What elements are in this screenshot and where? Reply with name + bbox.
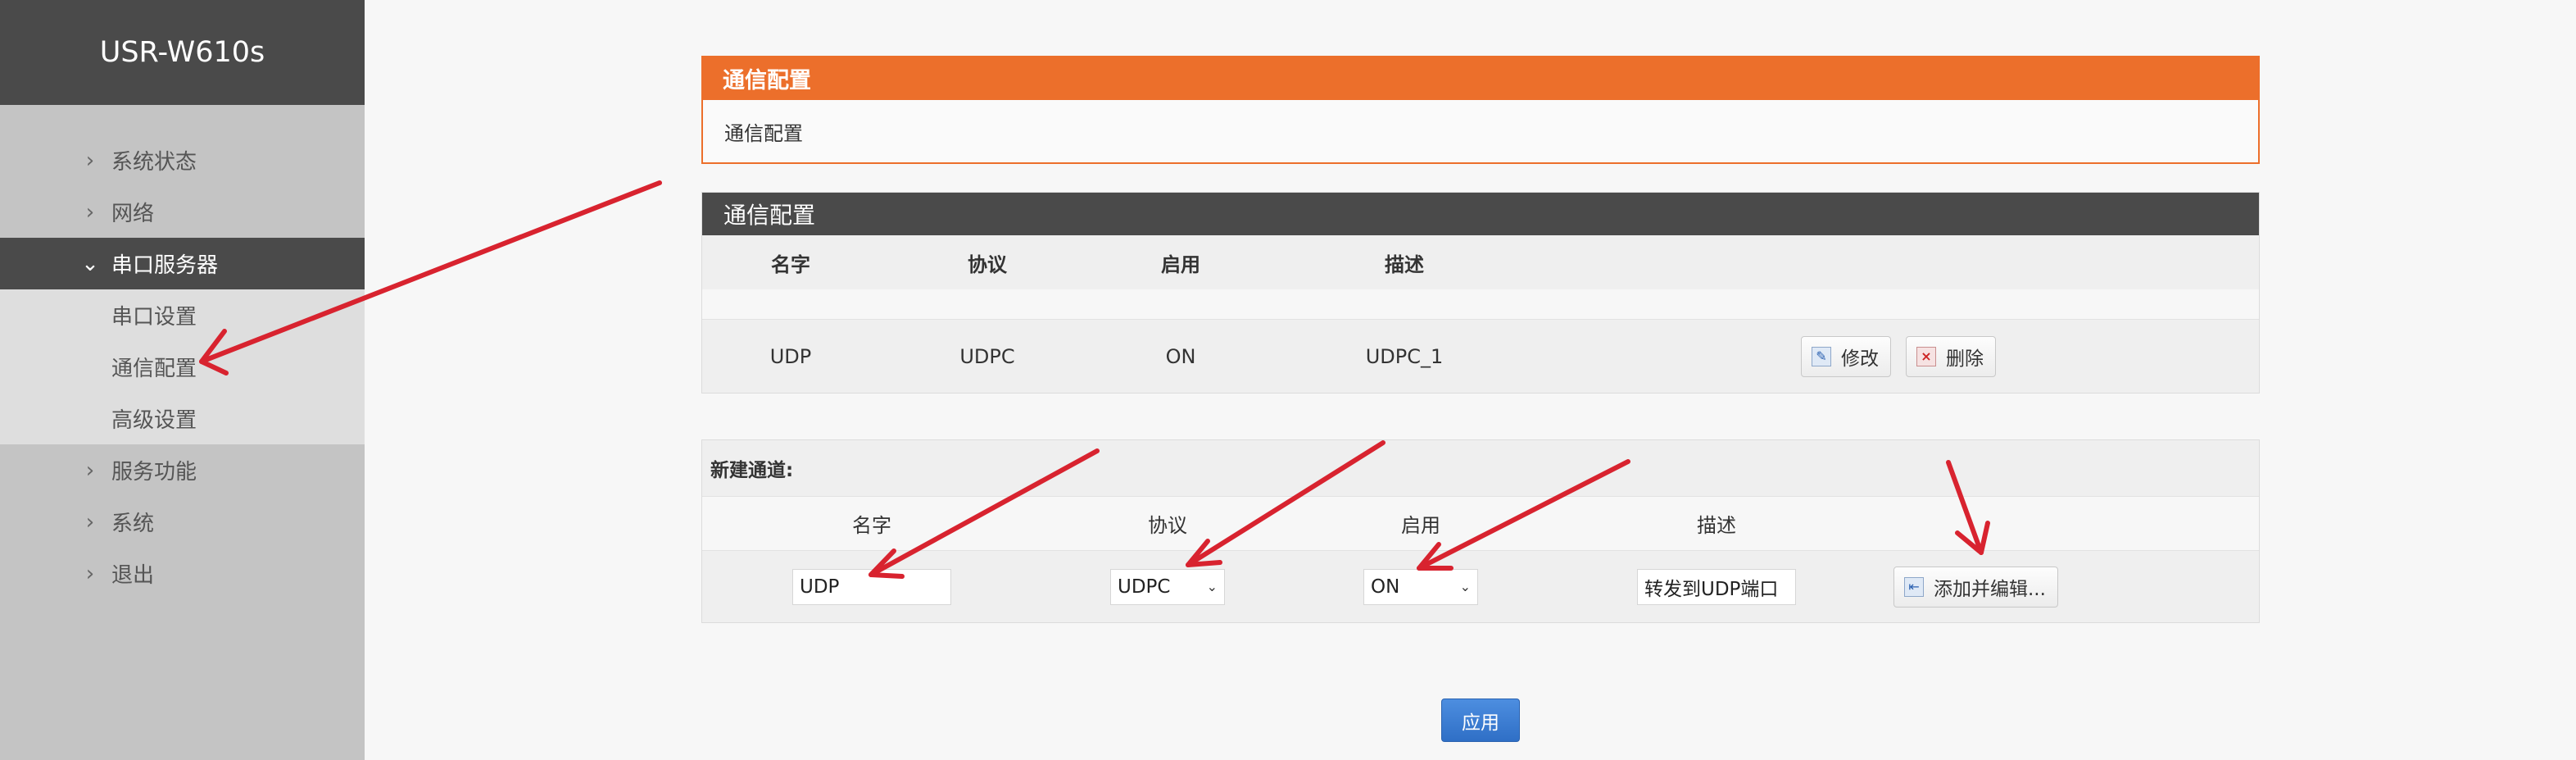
- desc-input[interactable]: 转发到UDP端口: [1637, 568, 1796, 605]
- sidebar-item-system-status[interactable]: › 系统状态: [0, 134, 365, 186]
- new-channel-title: 新建通道:: [710, 460, 794, 481]
- edit-icon: ✎: [1812, 346, 1831, 366]
- enabled-select[interactable]: ON ⌄: [1363, 568, 1478, 605]
- sidebar-item-label: 系统: [111, 512, 155, 536]
- add-button-label: 添加并编辑...: [1934, 578, 2046, 600]
- edit-button[interactable]: ✎ 修改: [1801, 335, 1891, 377]
- new-channel-header: 名字 协议 启用 描述: [702, 496, 2259, 550]
- column-header-name: 名字: [852, 514, 891, 537]
- sidebar-item-label: 退出: [111, 563, 155, 588]
- dropdown-arrow-icon: ⌄: [1459, 579, 1471, 594]
- row-desc: UDPC_1: [1365, 344, 1444, 368]
- chevron-right-icon: ›: [85, 561, 95, 586]
- row-protocol: UDPC: [959, 344, 1015, 368]
- comm-config-list-panel: 通信配置 名字 协议 启用 描述 UDP UDPC ON UDPC_1 ✎ 修改…: [701, 192, 2260, 394]
- delete-icon: ×: [1916, 346, 1936, 366]
- dropdown-arrow-icon: ⌄: [1206, 579, 1218, 594]
- sidebar-item-label: 网络: [111, 202, 155, 226]
- panel-body: 通信配置: [701, 100, 2260, 164]
- apply-button[interactable]: 应用: [1441, 699, 1520, 742]
- sidebar-item-label: 串口设置: [111, 305, 197, 330]
- sidebar-item-network[interactable]: › 网络: [0, 186, 365, 238]
- sidebar-subitem-comm-config[interactable]: 通信配置: [0, 341, 365, 393]
- sidebar-item-label: 系统状态: [111, 150, 197, 175]
- column-header-protocol: 协议: [1148, 514, 1187, 537]
- sidebar-item-serial-server[interactable]: ⌄ 串口服务器: [0, 238, 365, 289]
- delete-button-label: 删除: [1946, 348, 1984, 370]
- enabled-select-value: ON: [1371, 576, 1400, 598]
- column-header-protocol: 协议: [968, 253, 1007, 276]
- table-row: UDP UDPC ON UDPC_1 ✎ 修改 × 删除: [702, 319, 2259, 393]
- sidebar-item-system[interactable]: › 系统: [0, 496, 365, 548]
- sidebar-item-label: 高级设置: [111, 408, 197, 433]
- edit-button-label: 修改: [1841, 348, 1879, 370]
- panel-header: 通信配置: [702, 193, 2259, 235]
- panel-header: 通信配置: [701, 56, 2260, 100]
- chevron-right-icon: ›: [85, 199, 95, 225]
- sidebar-subitem-serial-settings[interactable]: 串口设置: [0, 289, 365, 341]
- protocol-select[interactable]: UDPC ⌄: [1110, 568, 1225, 605]
- column-header-name: 名字: [771, 253, 810, 276]
- chevron-right-icon: ›: [85, 148, 95, 173]
- sidebar-item-label: 串口服务器: [111, 253, 219, 278]
- row-name: UDP: [769, 344, 812, 368]
- new-channel-panel: 新建通道: 名字 协议 启用 描述 UDP UDPC ⌄ ON ⌄ 转发到UDP…: [701, 439, 2260, 623]
- add-and-edit-button[interactable]: ⇤ 添加并编辑...: [1893, 566, 2058, 608]
- add-icon: ⇤: [1904, 576, 1924, 597]
- row-enabled: ON: [1165, 344, 1196, 368]
- delete-button[interactable]: × 删除: [1906, 335, 1996, 377]
- brand-title: USR-W610s: [0, 0, 365, 105]
- serial-server-submenu: 串口设置 通信配置 高级设置: [0, 289, 365, 444]
- new-channel-form-row: UDP UDPC ⌄ ON ⌄ 转发到UDP端口 ⇤ 添加并编辑...: [702, 550, 2259, 622]
- column-header-enabled: 启用: [1401, 514, 1440, 537]
- comm-config-info-panel: 通信配置 通信配置: [701, 56, 2260, 164]
- sidebar-menu: › 系统状态 › 网络 ⌄ 串口服务器 串口设置 通信配置 高级设置 › 服务功…: [0, 134, 365, 599]
- table-header: 名字 协议 启用 描述: [702, 235, 2259, 289]
- sidebar: USR-W610s › 系统状态 › 网络 ⌄ 串口服务器 串口设置 通信配置 …: [0, 0, 365, 760]
- sidebar-item-logout[interactable]: › 退出: [0, 548, 365, 599]
- chevron-right-icon: ›: [85, 509, 95, 535]
- column-header-enabled: 启用: [1161, 253, 1200, 276]
- sidebar-item-label: 服务功能: [111, 460, 197, 485]
- name-input[interactable]: UDP: [792, 568, 951, 605]
- table-spacer: [702, 289, 2259, 319]
- chevron-right-icon: ›: [85, 457, 95, 483]
- column-header-desc: 描述: [1697, 514, 1736, 537]
- sidebar-item-label: 通信配置: [111, 357, 197, 381]
- sidebar-subitem-advanced-settings[interactable]: 高级设置: [0, 393, 365, 444]
- protocol-select-value: UDPC: [1118, 576, 1171, 598]
- sidebar-item-service-functions[interactable]: › 服务功能: [0, 444, 365, 496]
- chevron-down-icon: ⌄: [81, 251, 99, 276]
- column-header-desc: 描述: [1385, 253, 1424, 276]
